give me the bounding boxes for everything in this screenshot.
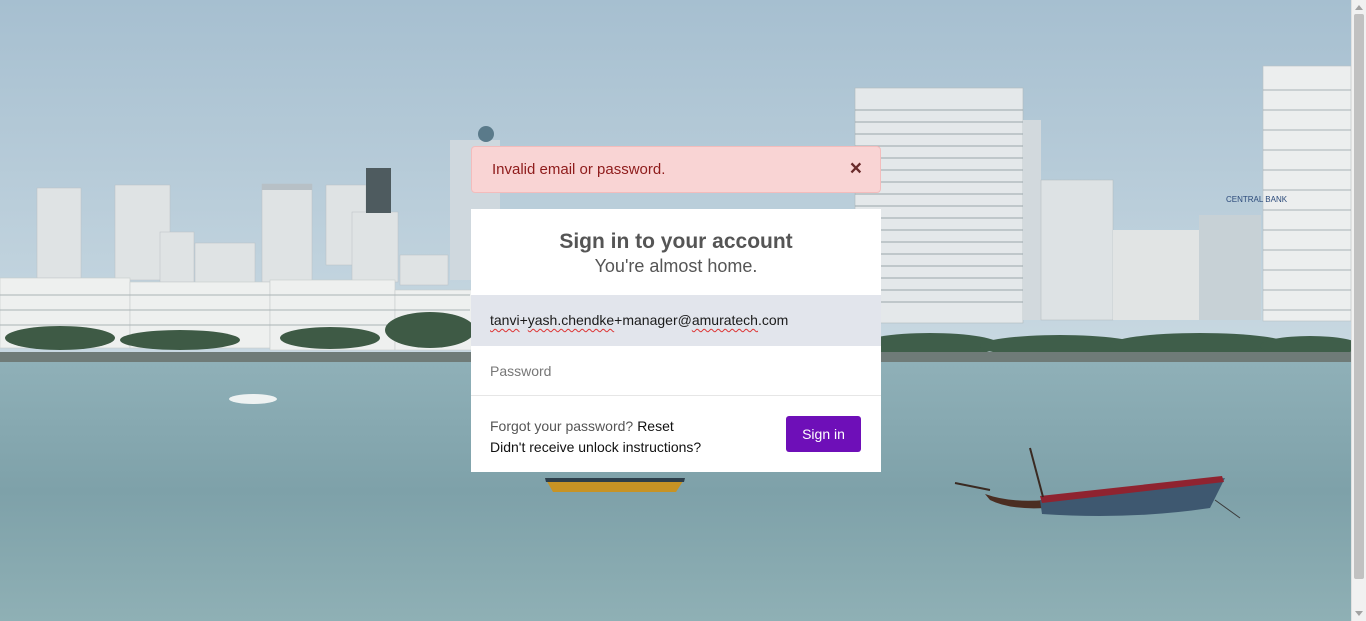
forgot-password-text: Forgot your password? <box>490 418 634 434</box>
bank-sign: CENTRAL BANK <box>1226 195 1288 204</box>
close-icon[interactable]: × <box>850 158 862 179</box>
error-alert: Invalid email or password. × <box>471 146 881 193</box>
unlock-instructions-link[interactable]: Didn't receive unlock instructions? <box>490 439 701 455</box>
page-scrollbar[interactable] <box>1351 0 1366 621</box>
password-field[interactable] <box>471 346 881 396</box>
error-message: Invalid email or password. <box>492 161 666 178</box>
scroll-up-arrow-icon[interactable] <box>1355 5 1363 10</box>
reset-password-link[interactable]: Reset <box>637 418 674 434</box>
forgot-password-row: Forgot your password? Reset <box>490 418 674 434</box>
email-part-user: tanvi <box>490 312 520 328</box>
email-part-plus: + <box>519 312 528 328</box>
email-part-role: +manager@ <box>614 312 692 328</box>
scroll-down-arrow-icon[interactable] <box>1355 611 1363 616</box>
page-subtitle: You're almost home. <box>594 256 758 276</box>
email-part-domain: amuratech <box>691 312 758 328</box>
email-part-tld: .com <box>757 312 789 328</box>
login-card: Sign in to your account You're almost ho… <box>471 209 881 472</box>
email-field[interactable]: tanvi+yash.chendke+manager@amuratech.com <box>471 295 881 346</box>
page-title: Sign in to your account <box>559 230 793 253</box>
sign-in-button[interactable]: Sign in <box>786 416 861 452</box>
email-part-name: yash.chendke <box>527 312 615 328</box>
scrollbar-thumb[interactable] <box>1354 14 1364 579</box>
